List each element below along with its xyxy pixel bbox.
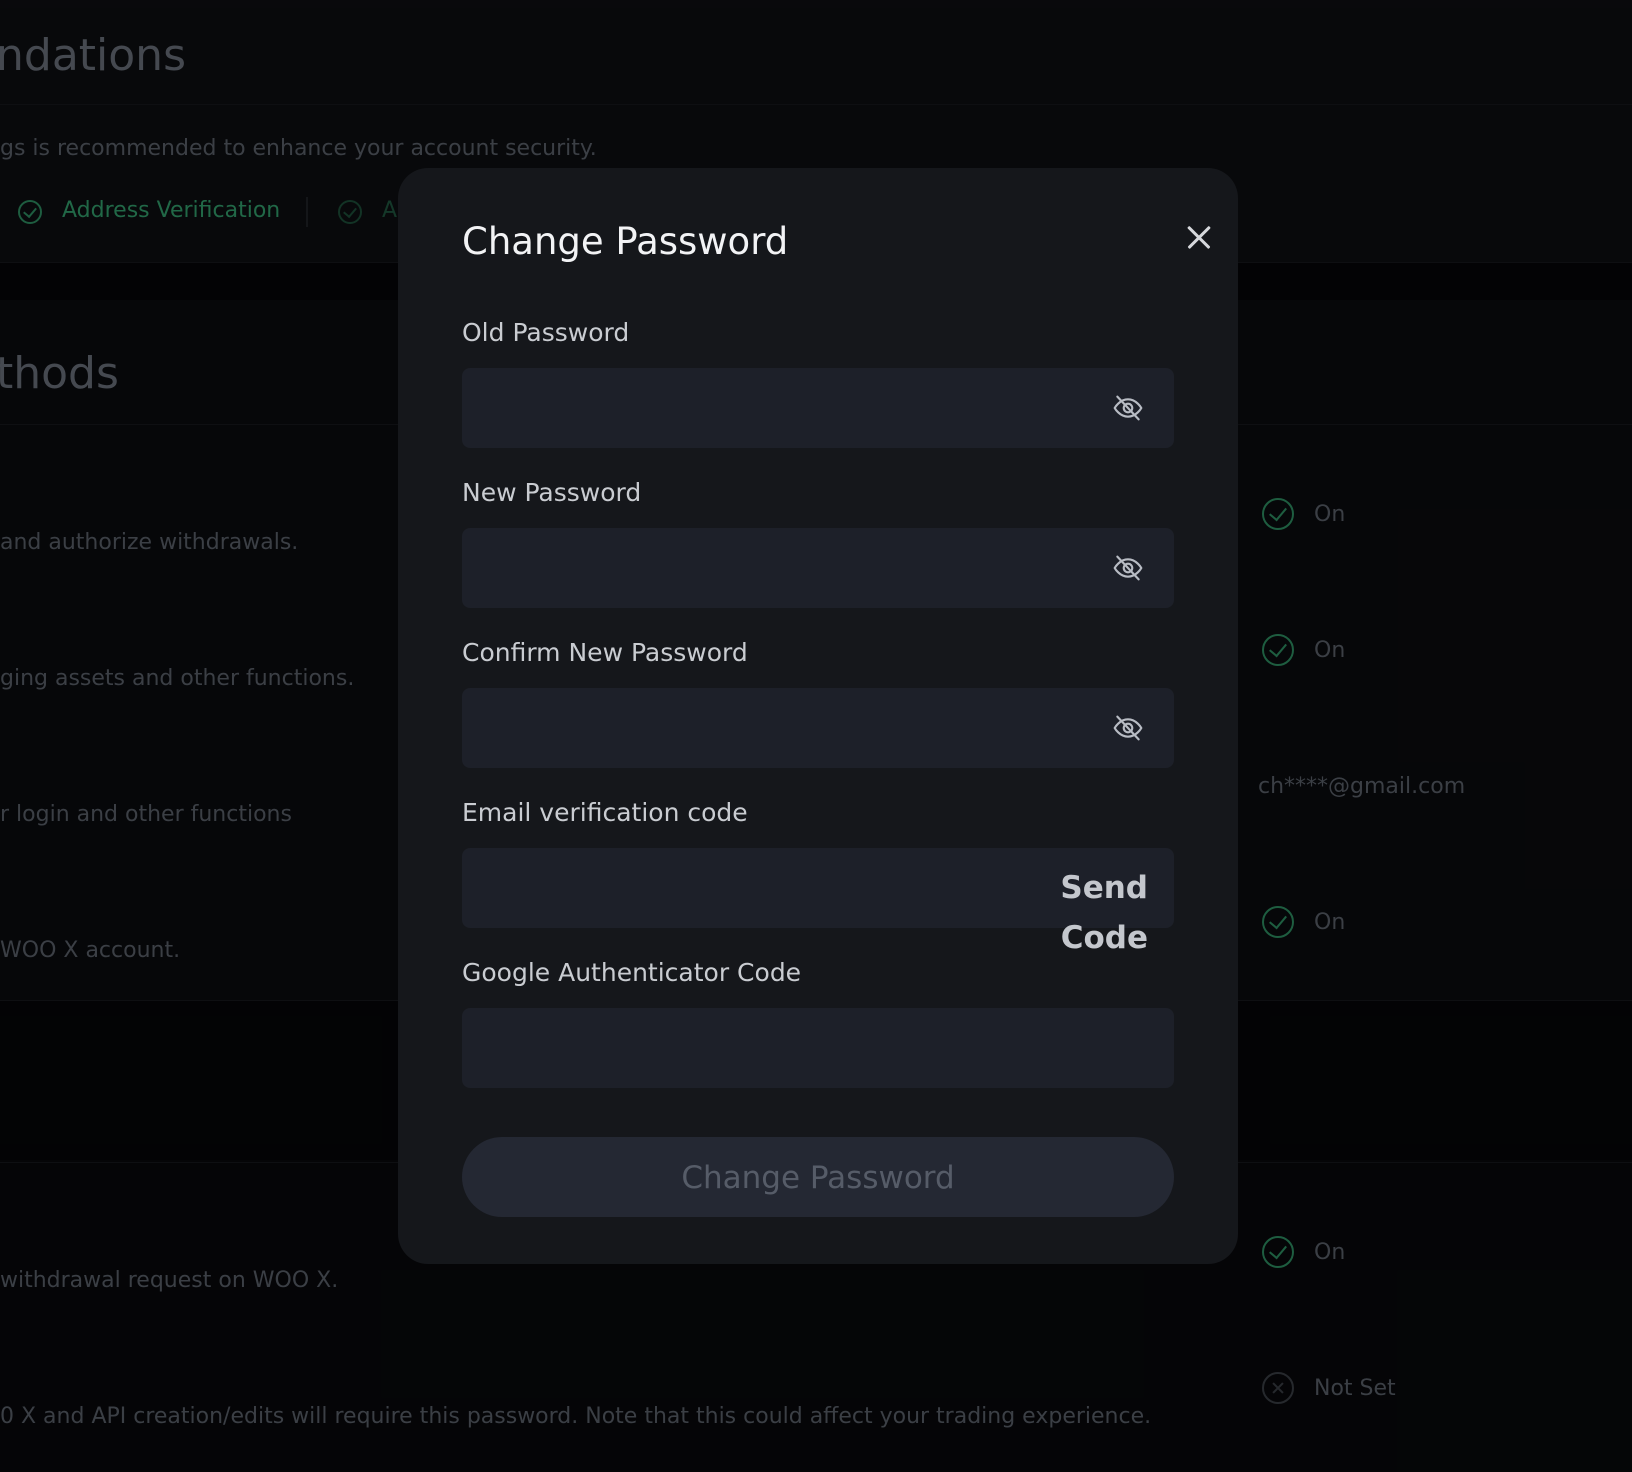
modal-title: Change Password bbox=[462, 220, 789, 263]
close-icon[interactable] bbox=[1182, 220, 1216, 254]
new-password-input[interactable] bbox=[462, 528, 1174, 608]
new-password-label: New Password bbox=[462, 478, 642, 507]
confirm-password-label: Confirm New Password bbox=[462, 638, 748, 667]
eye-off-icon[interactable] bbox=[1112, 552, 1144, 584]
google-code-input[interactable] bbox=[462, 1008, 1174, 1088]
eye-off-icon[interactable] bbox=[1112, 712, 1144, 744]
eye-off-icon[interactable] bbox=[1112, 392, 1144, 424]
old-password-input[interactable] bbox=[462, 368, 1174, 448]
confirm-password-input[interactable] bbox=[462, 688, 1174, 768]
email-code-label: Email verification code bbox=[462, 798, 748, 827]
google-code-label: Google Authenticator Code bbox=[462, 958, 802, 987]
change-password-button[interactable]: Change Password bbox=[462, 1137, 1174, 1217]
change-password-modal: Change Password Old Password New Passwor… bbox=[398, 168, 1238, 1264]
send-code-button[interactable]: Send Code bbox=[988, 863, 1148, 956]
old-password-label: Old Password bbox=[462, 318, 630, 347]
